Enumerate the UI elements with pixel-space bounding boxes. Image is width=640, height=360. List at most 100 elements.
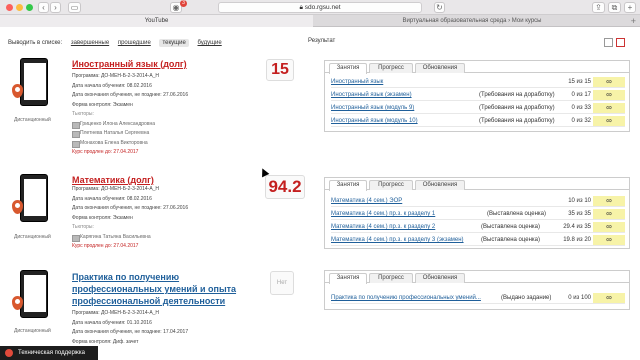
close-window-button[interactable]: [6, 4, 13, 11]
course-title[interactable]: Математика (долг): [72, 175, 154, 185]
reload-icon[interactable]: ↻: [434, 2, 445, 13]
course-title[interactable]: Иностранный язык (долг): [72, 59, 187, 69]
back-button[interactable]: ‹: [38, 2, 49, 13]
tabs-overview-button[interactable]: ⧉: [608, 2, 621, 13]
activity-score: 0 из 32: [571, 118, 591, 124]
course-thumbnail[interactable]: [12, 174, 48, 226]
activity-status: (Требования на доработку): [479, 92, 555, 98]
sidebar-toggle-button[interactable]: ▭: [68, 2, 81, 13]
course-extended: Курс продлен до: 27.04.2017: [72, 243, 139, 249]
panel-tabs: Занятия Прогресс Обновления: [325, 271, 629, 284]
activity-score: 0 из 100: [568, 295, 591, 301]
browser-tab-bar: YouTube Виртуальная образовательная сред…: [0, 15, 640, 27]
address-bar[interactable]: 🔒︎ sdo.rgsu.net: [218, 2, 422, 13]
activity-row: Математика (4 сем.) ЭОР 10 из 10 ∞: [331, 196, 625, 207]
tab-updates[interactable]: Обновления: [415, 273, 465, 283]
course-mode: Дистанционный: [14, 117, 51, 123]
minimize-window-button[interactable]: [16, 4, 23, 11]
browser-toolbar: ‹ › ▭ ◉ 3 🔒︎ sdo.rgsu.net ↻ ⇪ ⧉ +: [0, 0, 640, 15]
filter-completed[interactable]: завершенные: [71, 40, 109, 46]
course-title[interactable]: Практика по получению профессиональных у…: [72, 271, 252, 307]
tutor-item: Монахова Елена Викторовна: [72, 139, 188, 149]
tab-my-courses[interactable]: Виртуальная образовательная среда › Мои …: [314, 15, 630, 27]
activity-row: Математика (4 сем.) пр.з. к разделу 1 (В…: [331, 209, 625, 220]
course-control: Форма контроля: Экзамен: [72, 214, 133, 221]
course-activities-panel: Занятия Прогресс Обновления Практика по …: [324, 270, 630, 310]
infinity-icon: ∞: [593, 90, 625, 100]
forward-button[interactable]: ›: [50, 2, 61, 13]
infinity-icon: ∞: [593, 116, 625, 126]
tab-youtube[interactable]: YouTube: [0, 15, 313, 27]
activity-link[interactable]: Математика (4 сем.) пр.з. к разделу 2: [331, 222, 435, 233]
infinity-icon: ∞: [593, 209, 625, 219]
course-start: Дата начала обучения: 01.10.2016: [72, 319, 152, 326]
activity-status: (Требования на доработку): [479, 118, 555, 124]
result-label: Результат: [308, 38, 336, 44]
tutors-heading: Тьюторы:: [72, 224, 94, 230]
support-label: Техническая поддержка: [18, 350, 85, 356]
zoom-window-button[interactable]: [26, 4, 33, 11]
tutor-item: Гриценко Илона Александровна: [72, 120, 188, 130]
new-tab-button[interactable]: +: [624, 2, 636, 13]
tab-lessons[interactable]: Занятия: [329, 63, 367, 74]
tab-progress[interactable]: Прогресс: [369, 180, 413, 190]
activity-link[interactable]: Математика (4 сем.) ЭОР: [331, 196, 402, 207]
course-thumbnail[interactable]: [12, 270, 48, 322]
tab-updates[interactable]: Обновления: [415, 180, 465, 190]
activity-link[interactable]: Иностранный язык (модуль 10): [331, 116, 418, 127]
detail-view-icon[interactable]: [616, 38, 625, 47]
activity-status: (Выставлена оценка): [487, 211, 546, 217]
filter-past[interactable]: прошедшие: [118, 40, 151, 46]
course-mode: Дистанционный: [14, 328, 51, 334]
activity-link[interactable]: Практика по получению профессиональных у…: [331, 293, 481, 304]
infinity-icon: ∞: [593, 196, 625, 206]
activity-link[interactable]: Иностранный язык (модуль 9): [331, 103, 414, 114]
activity-row: Иностранный язык (модуль 10) (Требования…: [331, 116, 625, 127]
filter-future[interactable]: будущие: [197, 40, 221, 46]
activity-link[interactable]: Математика (4 сем.) пр.з. к разделу 3 (э…: [331, 235, 464, 246]
course-start: Дата начала обучения: 08.02.2016: [72, 195, 152, 202]
tutors-heading: Тьюторы:: [72, 111, 94, 117]
share-button[interactable]: ⇪: [592, 2, 605, 13]
tab-progress[interactable]: Прогресс: [369, 63, 413, 73]
course-program: Программа: ДО-МЕН-Б-2-3-2014-А_Н: [72, 73, 160, 79]
tab-lessons[interactable]: Занятия: [329, 273, 367, 284]
course-score: Нет: [270, 271, 294, 295]
course-end: Дата окончания обучения, не позднее: 27.…: [72, 205, 189, 211]
activity-score: 0 из 17: [571, 92, 591, 98]
tab-updates[interactable]: Обновления: [415, 63, 465, 73]
activity-score: 10 из 10: [568, 198, 591, 204]
activity-row: Иностранный язык 15 из 15 ∞: [331, 77, 625, 88]
support-button[interactable]: Техническая поддержка: [0, 346, 98, 360]
activity-status: (Выставлена оценка): [481, 224, 540, 230]
course-end: Дата окончания обучения, не позднее: 17.…: [72, 329, 189, 335]
course-end: Дата окончания обучения, не позднее: 27.…: [72, 92, 189, 98]
add-tab-icon[interactable]: +: [631, 15, 636, 27]
activity-link[interactable]: Иностранный язык: [331, 77, 383, 88]
activity-row: Математика (4 сем.) пр.з. к разделу 2 (В…: [331, 222, 625, 233]
infinity-icon: ∞: [593, 103, 625, 113]
filter-prefix: Выводить в списке:: [8, 40, 63, 46]
tab-progress[interactable]: Прогресс: [369, 273, 413, 283]
infinity-icon: ∞: [593, 222, 625, 232]
tab-lessons[interactable]: Занятия: [329, 180, 367, 191]
course-program: Программа: ДО-МЕН-Б-2-3-2014-А_Н: [72, 186, 160, 192]
activity-link[interactable]: Математика (4 сем.) пр.з. к разделу 1: [331, 209, 435, 220]
activity-status: (Выставлена оценка): [481, 237, 540, 243]
activity-row: Математика (4 сем.) пр.з. к разделу 3 (э…: [331, 235, 625, 246]
tutor-item: Плетнева Наталья Сергеевна: [72, 129, 188, 139]
activity-score: 0 из 33: [571, 105, 591, 111]
course-score: 15: [266, 59, 294, 81]
support-icon: [5, 349, 13, 357]
infinity-icon: ∞: [593, 77, 625, 87]
course-score: 94.2: [265, 175, 305, 199]
list-view-icon[interactable]: [604, 38, 613, 47]
course-program: Программа: ДО-МЕН-Б-2-3-2014-А_Н: [72, 310, 160, 316]
activity-status: (Выдано задание): [501, 295, 552, 301]
course-thumbnail[interactable]: [12, 58, 48, 110]
course-activities-panel: Занятия Прогресс Обновления Математика (…: [324, 177, 630, 249]
filter-current[interactable]: текущие: [159, 39, 189, 47]
course-control: Форма контроля: Экзамен: [72, 101, 133, 108]
activity-link[interactable]: Иностранный язык (экзамен): [331, 90, 412, 101]
notification-badge: 3: [180, 0, 187, 7]
